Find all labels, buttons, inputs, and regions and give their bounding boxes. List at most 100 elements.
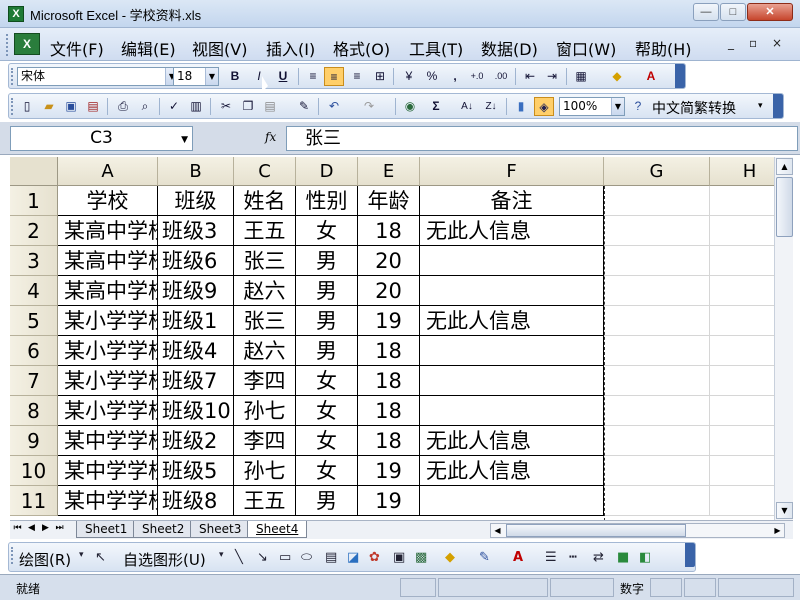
table-cell[interactable]: 赵六 [234,276,296,306]
table-cell[interactable] [604,216,710,246]
table-cell[interactable]: 20 [358,246,420,276]
close-button[interactable]: ✕ [747,3,793,21]
table-cell[interactable] [604,456,710,486]
vertical-scrollbar[interactable]: ▲ ▼ [774,157,793,520]
table-cell[interactable]: 某中学学校3 [58,486,158,516]
table-cell[interactable]: 班级4 [158,336,234,366]
bold-button[interactable]: B [225,67,245,86]
horizontal-scroll-thumb[interactable] [506,524,686,537]
table-cell[interactable]: 班级8 [158,486,234,516]
tab-sheet2[interactable]: Sheet2 [133,521,194,538]
tab-sheet4[interactable]: Sheet4 [247,521,308,538]
table-cell[interactable]: 某小学学校2 [58,336,158,366]
table-cell[interactable]: 男 [296,306,358,336]
borders-icon[interactable]: ▦ [571,67,591,86]
table-cell[interactable]: 孙七 [234,456,296,486]
table-cell[interactable] [604,276,710,306]
table-cell[interactable]: 张三 [234,246,296,276]
header-cell[interactable] [710,186,774,216]
sort-descending-icon[interactable]: Z↓ [481,97,501,116]
line-icon[interactable]: ╲ [235,550,243,565]
scroll-down-icon[interactable]: ▼ [776,502,793,519]
toolbar-options-icon[interactable] [773,94,783,118]
sort-ascending-icon[interactable]: A↓ [457,97,477,116]
table-cell[interactable]: 孙七 [234,396,296,426]
workbook-minimize-button[interactable]: _ [728,36,734,50]
menu-window[interactable]: 窗口(W) [556,36,616,60]
row-header[interactable]: 1 [10,186,58,216]
table-cell[interactable]: 某中学学校1 [58,426,158,456]
chevron-down-icon[interactable]: ▾ [79,550,84,560]
table-cell[interactable]: 班级7 [158,366,234,396]
tab-sheet3[interactable]: Sheet3 [190,521,251,538]
toolbar-grip[interactable] [11,68,14,85]
table-cell[interactable] [710,396,774,426]
table-cell[interactable]: 赵六 [234,336,296,366]
toolbar-grip[interactable] [11,547,14,564]
table-cell[interactable] [604,366,710,396]
table-cell[interactable]: 女 [296,366,358,396]
table-cell[interactable]: 某高中学校3 [58,276,158,306]
select-objects-icon[interactable]: ↖ [95,550,106,565]
textbox-icon[interactable]: ▤ [325,550,337,565]
table-cell[interactable]: 某高中学校2 [58,246,158,276]
header-cell[interactable]: 年龄 [358,186,420,216]
name-box[interactable]: C3 ▼ [10,126,193,151]
row-header[interactable]: 6 [10,336,58,366]
header-cell[interactable]: 姓名 [234,186,296,216]
menu-format[interactable]: 格式(O) [333,36,390,60]
font-size-select[interactable]: 18 ▼ [173,67,219,86]
last-sheet-icon[interactable]: ⏭ [54,523,65,533]
font-color-icon[interactable]: A [641,67,661,86]
header-cell[interactable]: 性别 [296,186,358,216]
fill-color-icon[interactable]: ◆ [445,550,455,565]
table-cell[interactable] [420,276,604,306]
open-icon[interactable]: ▰ [39,97,59,116]
scroll-left-icon[interactable]: ◀ [491,524,504,537]
prev-sheet-icon[interactable]: ◀ [26,523,37,533]
column-header-g[interactable]: G [604,157,710,186]
merge-center-icon[interactable]: ⊞ [370,67,390,86]
table-cell[interactable] [710,486,774,516]
table-cell[interactable] [604,396,710,426]
header-cell[interactable] [604,186,710,216]
table-cell[interactable]: 无此人信息 [420,216,604,246]
decrease-indent-icon[interactable]: ⇤ [520,67,540,86]
scroll-right-icon[interactable]: ▶ [771,524,784,537]
table-cell[interactable] [710,246,774,276]
currency-icon[interactable]: ¥ [399,67,419,86]
line-style-icon[interactable]: ☰ [545,550,557,565]
hyperlink-icon[interactable]: ◉ [400,97,420,116]
table-cell[interactable] [710,306,774,336]
table-cell[interactable]: 王五 [234,216,296,246]
underline-button[interactable]: U [273,67,293,86]
table-cell[interactable]: 女 [296,396,358,426]
autosum-button[interactable]: Σ [426,97,446,116]
table-cell[interactable]: 男 [296,276,358,306]
rectangle-icon[interactable]: ▭ [279,550,291,565]
table-cell[interactable]: 18 [358,366,420,396]
table-cell[interactable]: 无此人信息 [420,306,604,336]
maximize-button[interactable]: □ [720,3,746,21]
workbook-icon[interactable]: X [14,33,40,55]
increase-indent-icon[interactable]: ⇥ [542,67,562,86]
row-header[interactable]: 2 [10,216,58,246]
oval-icon[interactable]: ⬭ [301,550,312,565]
chart-wizard-icon[interactable]: ▮ [511,97,531,116]
menu-file[interactable]: 文件(F) [50,36,104,60]
menu-edit[interactable]: 编辑(E) [121,36,176,60]
comma-button[interactable]: , [445,67,465,86]
chevron-down-icon[interactable]: ▼ [611,98,624,115]
table-cell[interactable]: 某小学学校1 [58,306,158,336]
chevron-down-icon[interactable]: ▼ [205,68,218,85]
print-preview-icon[interactable]: ⌕ [135,97,155,116]
wordart-icon[interactable]: ◪ [347,550,359,565]
select-all-button[interactable] [10,157,58,186]
row-header[interactable]: 5 [10,306,58,336]
table-cell[interactable] [420,246,604,276]
toolbar-options-icon[interactable] [685,543,695,567]
arrow-style-icon[interactable]: ⇄ [593,550,604,565]
table-cell[interactable]: 班级9 [158,276,234,306]
column-header-b[interactable]: B [158,157,234,186]
arrow-icon[interactable]: ↘ [257,550,268,565]
